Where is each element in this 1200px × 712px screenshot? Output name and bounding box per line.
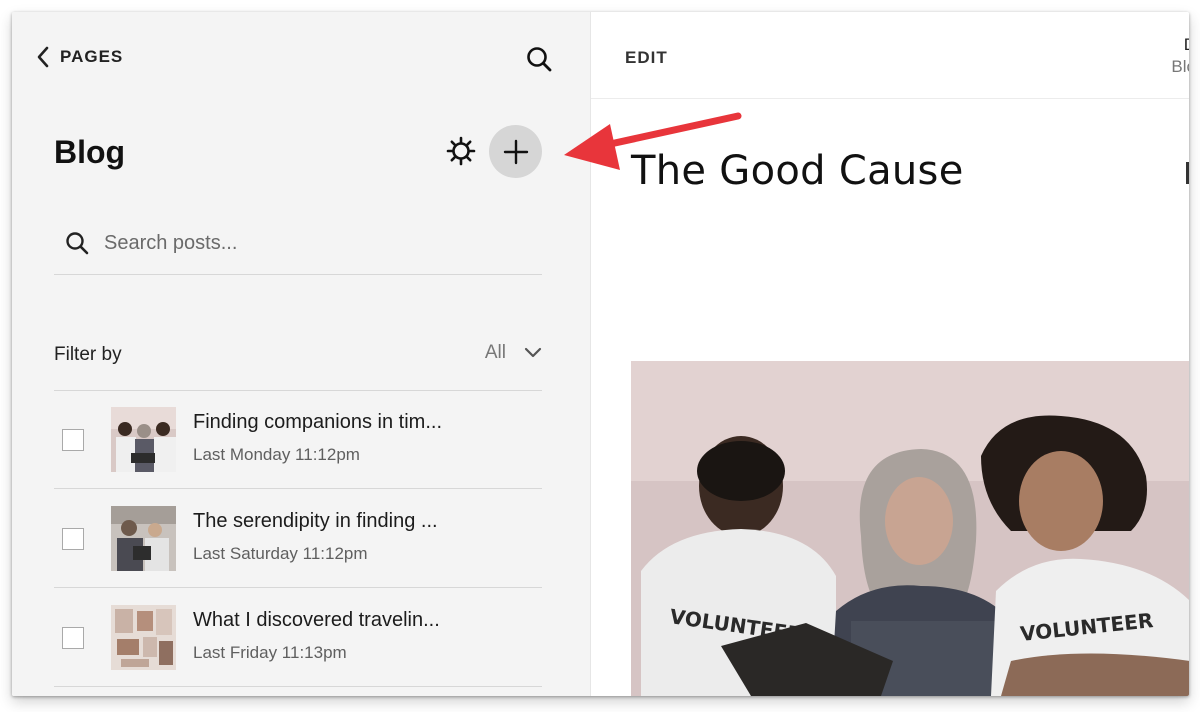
edit-button[interactable]: EDIT (625, 48, 668, 68)
filter-label: Filter by (54, 344, 122, 365)
search-icon (527, 47, 552, 72)
search-posts-field (54, 212, 542, 275)
page-title: Blog (54, 134, 126, 170)
preview-header-cutoff: D Blo (1171, 34, 1189, 78)
plus-icon (503, 139, 528, 164)
post-item[interactable]: Finding companions in tim... Last Monday… (54, 390, 542, 489)
post-checkbox[interactable] (62, 528, 84, 550)
search-icon (66, 232, 89, 255)
post-thumbnail (111, 407, 176, 472)
post-thumbnail (111, 506, 176, 571)
pages-panel: PAGES Blog Search posts... Filter by All… (12, 12, 590, 696)
post-list: Finding companions in tim... Last Monday… (54, 390, 542, 687)
post-checkbox[interactable] (62, 627, 84, 649)
post-item[interactable]: The serendipity in finding ... Last Satu… (54, 489, 542, 588)
nav-item-cutoff (1186, 162, 1189, 184)
chevron-down-icon (524, 347, 542, 358)
search-button[interactable] (524, 44, 554, 74)
filter-row: Filter by All (54, 334, 542, 391)
add-post-button[interactable] (489, 125, 542, 178)
post-date: Last Monday 11:12pm (193, 445, 360, 464)
post-title: What I discovered travelin... (193, 609, 440, 631)
post-title: Finding companions in tim... (193, 411, 443, 433)
post-checkbox[interactable] (62, 429, 84, 451)
hero-image: VOLUNTEER VOLUNTEER (631, 361, 1189, 696)
blog-settings-button[interactable] (444, 134, 478, 168)
preview-header-subtext: Blo (1171, 57, 1189, 76)
chevron-left-icon (37, 46, 49, 68)
filter-dropdown[interactable]: All (485, 342, 542, 364)
search-posts-input[interactable] (102, 230, 506, 256)
gear-icon (446, 136, 476, 166)
post-date: Last Saturday 11:12pm (193, 544, 368, 563)
post-date: Last Friday 11:13pm (193, 643, 347, 662)
divider (591, 98, 1189, 99)
post-thumbnail (111, 605, 176, 670)
post-item[interactable]: What I discovered travelin... Last Frida… (54, 588, 542, 687)
filter-selected-value: All (484, 342, 506, 363)
back-label: PAGES (60, 47, 124, 66)
preview-header-text: D (1171, 34, 1189, 56)
back-to-pages-link[interactable]: PAGES (36, 42, 123, 72)
app-window: PAGES Blog Search posts... Filter by All… (12, 12, 1189, 696)
post-title: The serendipity in finding ... (193, 510, 438, 532)
annotation-arrow (564, 112, 742, 170)
